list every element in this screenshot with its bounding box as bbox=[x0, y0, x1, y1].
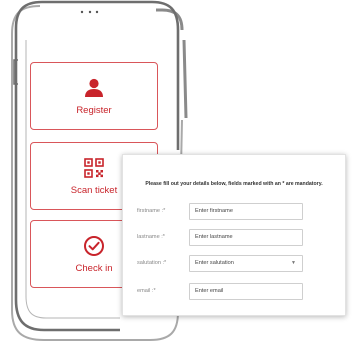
salutation-placeholder: Enter salutation bbox=[195, 260, 234, 266]
check-circle-icon bbox=[84, 236, 104, 256]
camera-dot bbox=[80, 10, 84, 14]
qr-code-icon bbox=[84, 158, 104, 178]
firstname-row: firstname :* Enter firstname bbox=[137, 203, 337, 221]
email-label: email :* bbox=[137, 288, 156, 294]
illustration-stage: Register Scan ticket Check in Please fil… bbox=[0, 0, 355, 350]
camera-dot bbox=[95, 10, 99, 14]
registration-form: Please fill out your details below, fiel… bbox=[122, 154, 346, 316]
lastname-row: lastname :* Enter lastname bbox=[137, 229, 337, 247]
register-button[interactable]: Register bbox=[30, 62, 158, 130]
form-instructions: Please fill out your details below, fiel… bbox=[145, 181, 323, 187]
chevron-down-icon: ▼ bbox=[291, 260, 296, 266]
firstname-input[interactable]: Enter firstname bbox=[189, 203, 303, 220]
firstname-label: firstname :* bbox=[137, 208, 166, 214]
person-icon bbox=[85, 78, 103, 97]
salutation-label: salutation :* bbox=[137, 260, 167, 266]
lastname-input[interactable]: Enter lastname bbox=[189, 229, 303, 246]
salutation-select[interactable]: Enter salutation ▼ bbox=[189, 255, 303, 272]
email-placeholder: Enter email bbox=[195, 288, 224, 294]
email-row: email :* Enter email bbox=[137, 283, 337, 301]
email-input[interactable]: Enter email bbox=[189, 283, 303, 300]
register-label: Register bbox=[76, 105, 112, 116]
firstname-placeholder: Enter firstname bbox=[195, 208, 233, 214]
camera-dot bbox=[88, 10, 92, 14]
lastname-placeholder: Enter lastname bbox=[195, 234, 233, 240]
salutation-row: salutation :* Enter salutation ▼ bbox=[137, 255, 337, 273]
lastname-label: lastname :* bbox=[137, 234, 165, 240]
